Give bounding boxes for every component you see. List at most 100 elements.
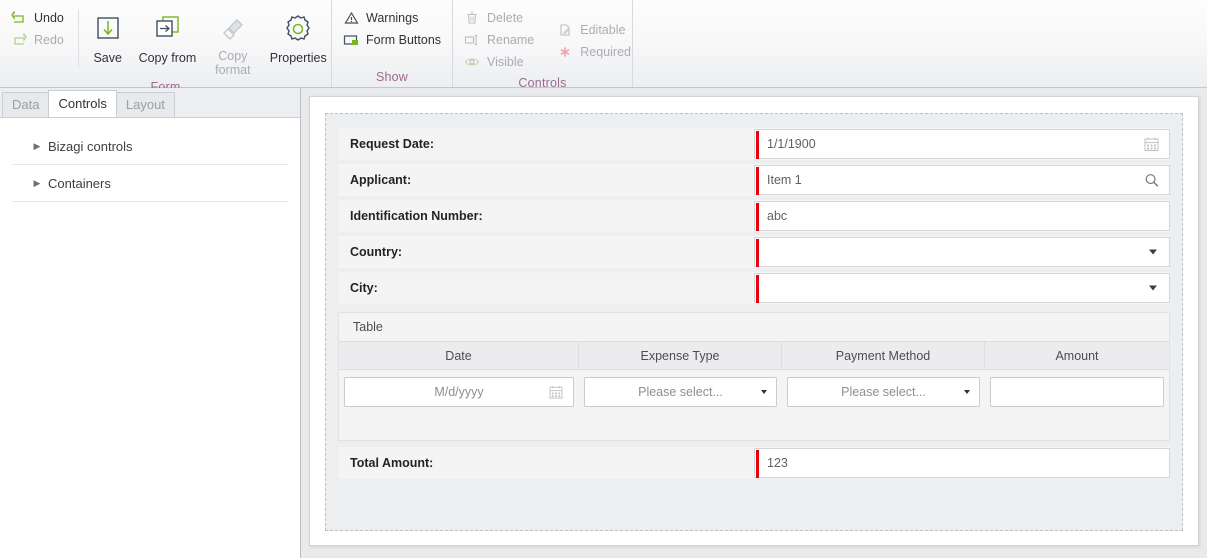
request-date-input[interactable]: 1/1/1900: [754, 129, 1170, 159]
copy-from-label: Copy from: [138, 51, 197, 65]
editable-button[interactable]: Editable: [554, 19, 637, 41]
required-indicator: [756, 275, 759, 303]
redo-button[interactable]: Redo: [8, 29, 70, 51]
redo-label: Redo: [34, 33, 64, 47]
row-date-placeholder: M/d/yyyy: [434, 385, 484, 399]
ribbon-divider: [77, 9, 79, 67]
table-cell-amount: [985, 377, 1169, 407]
applicant-input[interactable]: Item 1: [754, 165, 1170, 195]
calendar-icon[interactable]: [1144, 137, 1159, 152]
sidebar-item-containers[interactable]: ▶ Containers: [12, 165, 288, 202]
field-control: abc: [754, 200, 1170, 232]
undo-button[interactable]: Undo: [8, 7, 70, 29]
ribbon-empty-area: [632, 0, 1207, 87]
delete-button[interactable]: Delete: [461, 7, 540, 29]
field-control: Item 1: [754, 164, 1170, 196]
ribbon-group-show: Warnings Form Buttons Show: [331, 0, 452, 87]
properties-button[interactable]: Properties: [266, 3, 331, 77]
field-row-applicant[interactable]: Applicant: Item 1: [338, 164, 1170, 196]
delete-label: Delete: [487, 11, 524, 25]
sidebar-tree: ▶ Bizagi controls ▶ Containers: [0, 128, 300, 202]
field-label: Applicant:: [338, 164, 754, 196]
country-dropdown[interactable]: [754, 237, 1170, 267]
save-button[interactable]: Save: [81, 3, 135, 77]
controls-column-two: Editable Required: [546, 3, 643, 63]
table-title: Table: [339, 313, 1169, 341]
rename-icon: [463, 32, 481, 48]
copy-format-label: Copy format: [215, 49, 251, 77]
row-date-input[interactable]: M/d/yyyy: [344, 377, 574, 407]
form-design-surface[interactable]: Request Date: 1/1/1900 Applicant: Item 1…: [325, 113, 1183, 531]
controls-sidebar: Data Controls Layout ▶ Bizagi controls ▶…: [0, 88, 301, 558]
required-label: Required: [580, 45, 631, 59]
field-control: [754, 236, 1170, 268]
field-row-total-amount[interactable]: Total Amount: 123: [338, 447, 1170, 479]
ribbon-group-form: Undo Redo Save Copy from Copy format Pro…: [0, 0, 331, 94]
chevron-down-icon[interactable]: [964, 390, 970, 394]
chevron-down-icon[interactable]: [1149, 285, 1157, 291]
tab-controls[interactable]: Controls: [48, 90, 117, 117]
copy-format-button[interactable]: Copy format: [200, 3, 265, 77]
required-indicator: [756, 203, 759, 231]
show-column: Warnings Form Buttons: [332, 3, 453, 51]
field-label: City:: [338, 272, 754, 304]
chevron-down-icon[interactable]: [1149, 249, 1157, 255]
identification-number-input[interactable]: abc: [754, 201, 1170, 231]
warnings-toggle[interactable]: Warnings: [340, 7, 447, 29]
field-label: Request Date:: [338, 128, 754, 160]
form-buttons-toggle[interactable]: Form Buttons: [340, 29, 447, 51]
editable-page-icon: [556, 22, 574, 38]
search-icon[interactable]: [1144, 173, 1159, 188]
required-indicator: [756, 239, 759, 267]
tab-data[interactable]: Data: [2, 92, 50, 117]
eye-icon: [463, 54, 481, 70]
tab-layout[interactable]: Layout: [115, 92, 175, 117]
field-label: Total Amount:: [338, 447, 754, 479]
city-dropdown[interactable]: [754, 273, 1170, 303]
warning-triangle-icon: [342, 10, 360, 26]
required-button[interactable]: Required: [554, 41, 637, 63]
save-label: Save: [93, 51, 122, 65]
visible-button[interactable]: Visible: [461, 51, 540, 73]
field-row-identification-number[interactable]: Identification Number: abc: [338, 200, 1170, 232]
row-payment-method-value: Please select...: [841, 385, 926, 399]
copy-format-icon: [215, 9, 251, 47]
expenses-table[interactable]: Table Date Expense Type Payment Method A…: [338, 312, 1170, 441]
field-row-request-date[interactable]: Request Date: 1/1/1900: [338, 128, 1170, 160]
visible-label: Visible: [487, 55, 524, 69]
required-indicator: [756, 131, 759, 159]
field-control: 1/1/1900: [754, 128, 1170, 160]
undo-icon: [10, 10, 28, 26]
warnings-label: Warnings: [366, 11, 419, 25]
ribbon-group-show-label: Show: [375, 70, 409, 84]
field-row-city[interactable]: City:: [338, 272, 1170, 304]
chevron-right-icon: ▶: [33, 140, 41, 151]
chevron-down-icon[interactable]: [761, 390, 767, 394]
field-row-country[interactable]: Country:: [338, 236, 1170, 268]
total-amount-input[interactable]: 123: [754, 448, 1170, 478]
save-icon: [91, 9, 125, 49]
chevron-right-icon: ▶: [33, 177, 41, 188]
table-row[interactable]: M/d/yyyy Please select... Please select.…: [339, 370, 1169, 414]
sidebar-item-bizagi-controls[interactable]: ▶ Bizagi controls: [12, 128, 288, 165]
field-control: 123: [754, 447, 1170, 479]
table-column-header-date: Date: [339, 342, 579, 369]
row-amount-input[interactable]: [990, 377, 1164, 407]
sidebar-item-label: Bizagi controls: [48, 138, 133, 154]
field-value: Item 1: [767, 173, 802, 187]
redo-icon: [10, 32, 28, 48]
calendar-icon[interactable]: [549, 385, 563, 399]
editable-label: Editable: [580, 23, 626, 37]
table-cell-payment-method: Please select...: [782, 377, 985, 407]
row-payment-method-dropdown[interactable]: Please select...: [787, 377, 980, 407]
field-value: 123: [767, 456, 788, 470]
field-control: [754, 272, 1170, 304]
sidebar-item-label: Containers: [48, 175, 111, 191]
copy-from-button[interactable]: Copy from: [135, 3, 200, 77]
sidebar-tabstrip: Data Controls Layout: [0, 88, 300, 118]
form-buttons-icon: [342, 32, 360, 48]
rename-button[interactable]: Rename: [461, 29, 540, 51]
row-expense-type-dropdown[interactable]: Please select...: [584, 377, 777, 407]
table-column-header-amount: Amount: [1055, 348, 1099, 363]
undo-redo-column: Undo Redo: [0, 3, 76, 51]
